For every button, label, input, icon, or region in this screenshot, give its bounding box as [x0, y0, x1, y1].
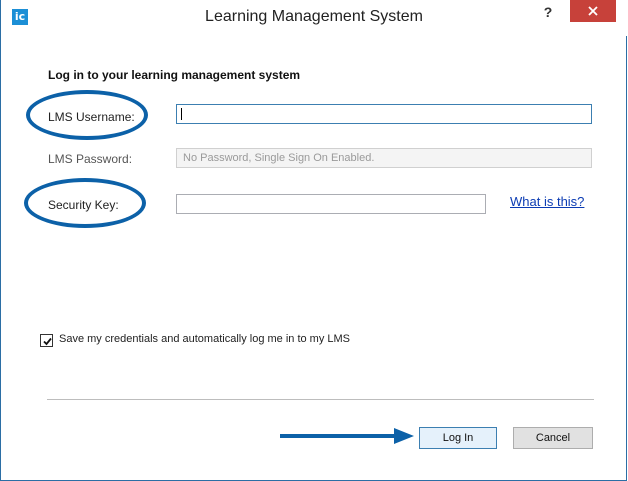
title-bar[interactable]: ic Learning Management System ? [1, 0, 627, 36]
dialog-content: Log in to your learning management syste… [10, 36, 618, 473]
help-icon: ? [543, 4, 553, 20]
what-is-this-link[interactable]: What is this? [510, 194, 584, 209]
window-title: Learning Management System [205, 8, 423, 25]
username-label: LMS Username: [48, 110, 135, 124]
lms-login-dialog: ic Learning Management System ? Log in t… [0, 0, 627, 481]
login-button[interactable]: Log In [419, 427, 497, 449]
form-heading: Log in to your learning management syste… [48, 68, 301, 82]
close-icon [588, 6, 598, 16]
password-placeholder: No Password, Single Sign On Enabled. [183, 152, 375, 164]
username-input[interactable] [176, 104, 592, 124]
help-button[interactable]: ? [535, 3, 561, 23]
password-input: No Password, Single Sign On Enabled. [176, 148, 592, 168]
save-credentials-label[interactable]: Save my credentials and automatically lo… [59, 333, 350, 345]
save-credentials-checkbox[interactable] [40, 334, 53, 347]
security-key-label: Security Key: [48, 198, 119, 212]
close-button[interactable] [570, 0, 616, 22]
security-key-input[interactable] [176, 194, 486, 214]
password-label: LMS Password: [48, 152, 133, 166]
arrow-icon [280, 428, 414, 444]
check-icon [43, 337, 52, 346]
text-caret [181, 108, 182, 120]
divider [47, 399, 594, 400]
cancel-button[interactable]: Cancel [513, 427, 593, 449]
